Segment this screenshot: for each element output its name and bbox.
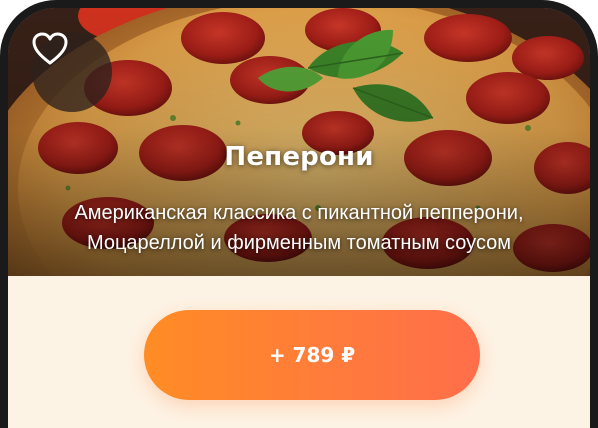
product-image: Пеперони Американская классика с пикантн… bbox=[8, 8, 590, 276]
add-to-cart-button[interactable]: + 789 ₽ bbox=[144, 310, 480, 400]
favorite-button[interactable] bbox=[32, 32, 112, 112]
device-frame: Пеперони Американская классика с пикантн… bbox=[0, 0, 598, 428]
description-line: Американская классика с пикантной пеппер… bbox=[74, 202, 524, 224]
price-label: + 789 ₽ bbox=[268, 343, 356, 367]
product-description: Американская классика с пикантной пеппер… bbox=[28, 198, 570, 258]
description-line: Моцареллой и фирменным томатным соусом bbox=[86, 232, 512, 254]
heart-outline-icon bbox=[32, 32, 68, 65]
product-card: Пеперони Американская классика с пикантн… bbox=[8, 8, 590, 428]
action-panel: + 789 ₽ bbox=[8, 276, 590, 428]
product-title: Пеперони bbox=[224, 142, 374, 172]
